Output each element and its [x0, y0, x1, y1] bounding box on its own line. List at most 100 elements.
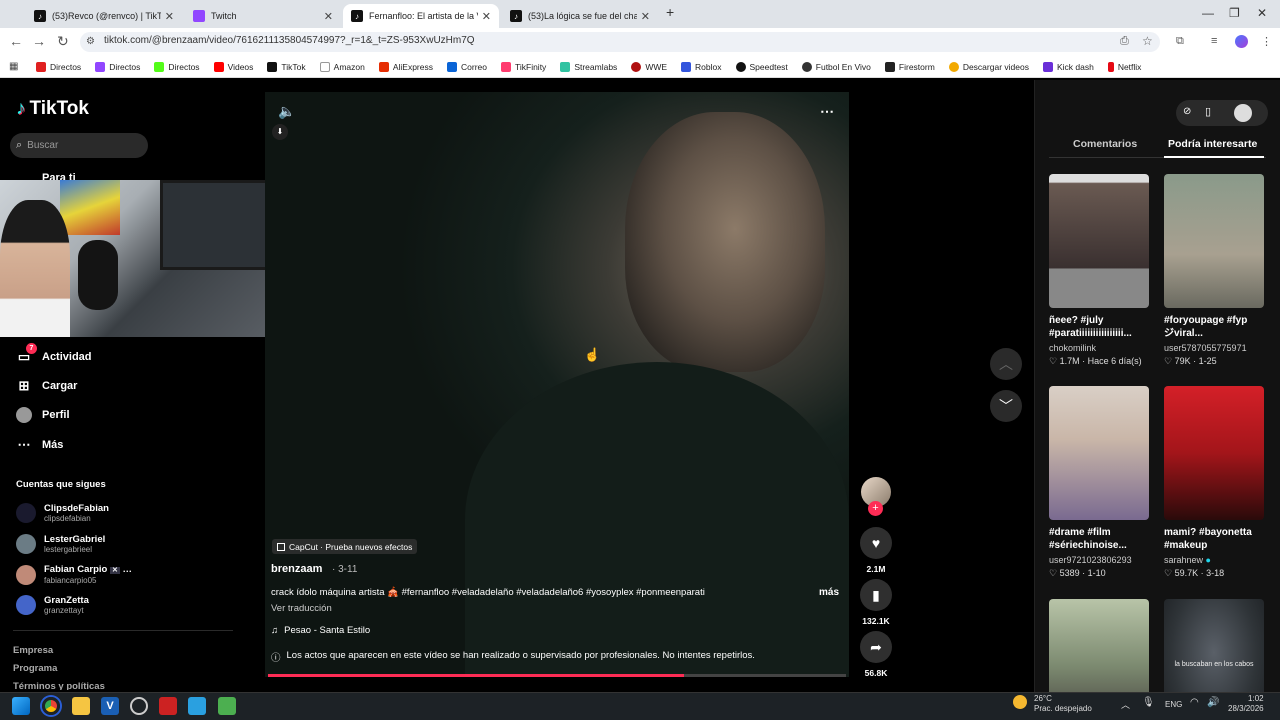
sidebar-item-actividad[interactable]: ▭ 7 Actividad: [16, 343, 92, 365]
suggested-video-card[interactable]: #drame #film #sériechinoise... user97210…: [1049, 386, 1149, 579]
media-icon[interactable]: ≡: [1211, 35, 1217, 47]
apps-grid-icon[interactable]: ▦: [9, 61, 18, 72]
language-indicator[interactable]: ENG: [1165, 700, 1182, 709]
new-tab-icon[interactable]: +: [666, 4, 674, 20]
weather-widget[interactable]: 26°C Prac. despejado: [1034, 694, 1092, 714]
video-thumbnail: [1164, 174, 1264, 308]
sidebar-item-mas[interactable]: ⋯ Más: [16, 437, 64, 453]
close-tab-icon[interactable]: ✕: [165, 10, 174, 23]
bookmark-speedtest[interactable]: Speedtest: [735, 61, 788, 72]
bookmark-videos[interactable]: Videos: [213, 61, 253, 72]
taskbar-clock[interactable]: 1:02 28/3/2026: [1228, 694, 1264, 714]
suggested-video-card[interactable]: ñeee? #july #paratiiiiiiiiiiiiiiii... ch…: [1049, 174, 1149, 367]
minimize-icon[interactable]: —: [1202, 6, 1214, 20]
menu-kebab-icon[interactable]: ⋮: [1261, 35, 1272, 48]
follow-plus-icon[interactable]: +: [868, 501, 883, 516]
browser-tab-1[interactable]: ♪ (53)Revco (@renvco) | TikTok ✕: [26, 4, 182, 28]
close-tab-icon[interactable]: ✕: [324, 10, 333, 23]
footer-link-empresa[interactable]: Empresa: [13, 645, 53, 656]
bookmark-correo[interactable]: Correo: [447, 61, 487, 72]
app-circle-icon[interactable]: [130, 697, 148, 715]
bookmark-directos-2[interactable]: Directos: [95, 61, 140, 72]
tab-podria-interesarte[interactable]: Podría interesarte: [1168, 138, 1257, 150]
extensions-icon[interactable]: ⧉: [1176, 35, 1184, 48]
bookmark-descargar[interactable]: Descargar videos: [948, 61, 1029, 72]
app-blue-icon[interactable]: [188, 697, 206, 715]
bookmark-aliexpress[interactable]: AliExpress: [378, 61, 433, 72]
bookmark-netflix[interactable]: Netflix: [1107, 61, 1141, 72]
tiktok-favicon-icon: ♪: [510, 10, 522, 22]
close-window-icon[interactable]: ✕: [1257, 6, 1267, 20]
forward-icon[interactable]: →: [32, 33, 46, 49]
app-v-icon[interactable]: V: [101, 697, 119, 715]
tray-chevron-up-icon[interactable]: ︿: [1121, 698, 1130, 711]
footer-link-terminos[interactable]: Términos y políticas: [13, 681, 105, 690]
close-tab-icon[interactable]: ✕: [641, 10, 650, 23]
compass-icon[interactable]: ⊘: [1183, 106, 1191, 117]
bookmark-amazon[interactable]: Amazon: [319, 61, 365, 72]
share-button[interactable]: ➦ 56.8K: [860, 631, 892, 678]
following-account-1[interactable]: ClipsdeFabian clipsdefabian: [16, 503, 109, 523]
chrome-taskbar-icon[interactable]: [42, 697, 60, 715]
windows-start-icon[interactable]: [12, 697, 30, 715]
capcut-effect-tag[interactable]: CapCut · Prueba nuevos efectos: [272, 539, 418, 554]
bookmark-tiktok[interactable]: TikTok: [267, 61, 306, 72]
site-info-icon[interactable]: ⚙: [86, 36, 95, 47]
wifi-icon[interactable]: ◠: [1190, 697, 1199, 708]
browser-tab-2[interactable]: Twitch ✕: [185, 4, 341, 28]
sidebar-item-cargar[interactable]: ⊞ Cargar: [16, 378, 78, 394]
video-more-icon[interactable]: ⋯: [820, 103, 834, 120]
download-icon[interactable]: ⬇: [272, 124, 288, 140]
bookmark-firestorm[interactable]: Firestorm: [884, 61, 935, 72]
see-more-link[interactable]: más: [819, 587, 839, 598]
following-account-3[interactable]: Fabian Carpio ✕ … fabiancarpio05: [16, 565, 132, 585]
browser-tab-4[interactable]: ♪ (53)La lógica se fue del chat # ✕: [502, 4, 658, 28]
bookmark-roblox[interactable]: Roblox: [681, 61, 722, 72]
suggested-video-card[interactable]: la buscaban en los cabos: [1164, 599, 1264, 692]
file-explorer-icon[interactable]: [72, 697, 90, 715]
suggested-video-card[interactable]: [1049, 599, 1149, 692]
volume-icon[interactable]: 🔈: [278, 103, 295, 120]
user-avatar[interactable]: [1234, 104, 1252, 122]
sidebar-item-perfil[interactable]: Perfil: [16, 407, 70, 423]
bookmark-kick-dash[interactable]: Kick dash: [1042, 61, 1094, 72]
back-icon[interactable]: ←: [9, 33, 23, 49]
next-video-button[interactable]: ﹀: [990, 390, 1022, 422]
tab-comentarios[interactable]: Comentarios: [1073, 138, 1137, 150]
search-icon: ⌕: [16, 139, 23, 151]
reload-icon[interactable]: ↻: [57, 33, 69, 50]
app-green-icon[interactable]: [218, 697, 236, 715]
translate-link[interactable]: Ver traducción: [271, 603, 332, 614]
search-input[interactable]: ⌕ Buscar: [10, 133, 148, 158]
avatar: [16, 534, 36, 554]
bookmark-tikfinity[interactable]: TikFinity: [500, 61, 546, 72]
microphone-icon[interactable]: 🎙: [1142, 697, 1155, 708]
previous-video-button[interactable]: ︿: [990, 348, 1022, 380]
following-account-4[interactable]: GranZetta granzettayt: [16, 595, 89, 615]
tiktok-logo[interactable]: ♪ TikTok: [16, 98, 89, 120]
browser-tab-3-active[interactable]: ♪ Fernanfloo: El artista de la Vela ✕: [343, 4, 499, 28]
bookmark-futbol[interactable]: Futbol En Vivo: [801, 61, 871, 72]
sidebar-item-para-ti[interactable]: Para ti: [16, 172, 76, 180]
like-button[interactable]: ♥ 2.1M: [860, 527, 892, 574]
suggested-video-card[interactable]: mami? #bayonetta #makeup sarahnew ● ♡ 59…: [1164, 386, 1264, 579]
app-red-icon[interactable]: [159, 697, 177, 715]
speaker-icon[interactable]: 🔊: [1207, 697, 1219, 708]
bookmark-star-icon[interactable]: ☆: [1142, 34, 1153, 48]
tiktok-note-icon: ♪: [16, 98, 26, 119]
following-account-2[interactable]: LesterGabriel lestergabrieel: [16, 534, 105, 554]
phone-icon[interactable]: ▯: [1205, 105, 1211, 118]
suggested-video-card[interactable]: #foryoupage #fyp ジviral... user578705577…: [1164, 174, 1264, 367]
video-author[interactable]: brenzaam: [271, 563, 322, 575]
bookmark-directos-1[interactable]: Directos: [36, 61, 81, 72]
bookmark-directos-3[interactable]: Directos: [154, 61, 200, 72]
maximize-icon[interactable]: ❐: [1229, 6, 1240, 20]
music-link[interactable]: ♫ Pesao - Santa Estilo: [271, 625, 370, 636]
install-icon[interactable]: ⎙: [1120, 35, 1129, 48]
close-tab-icon[interactable]: ✕: [482, 10, 491, 23]
bookmark-wwe[interactable]: WWE: [631, 61, 667, 72]
bookmark-streamlabs[interactable]: Streamlabs: [560, 61, 617, 72]
profile-avatar[interactable]: [1235, 35, 1248, 48]
footer-link-programa[interactable]: Programa: [13, 663, 57, 674]
save-button[interactable]: ▮ 132.1K: [860, 579, 892, 626]
